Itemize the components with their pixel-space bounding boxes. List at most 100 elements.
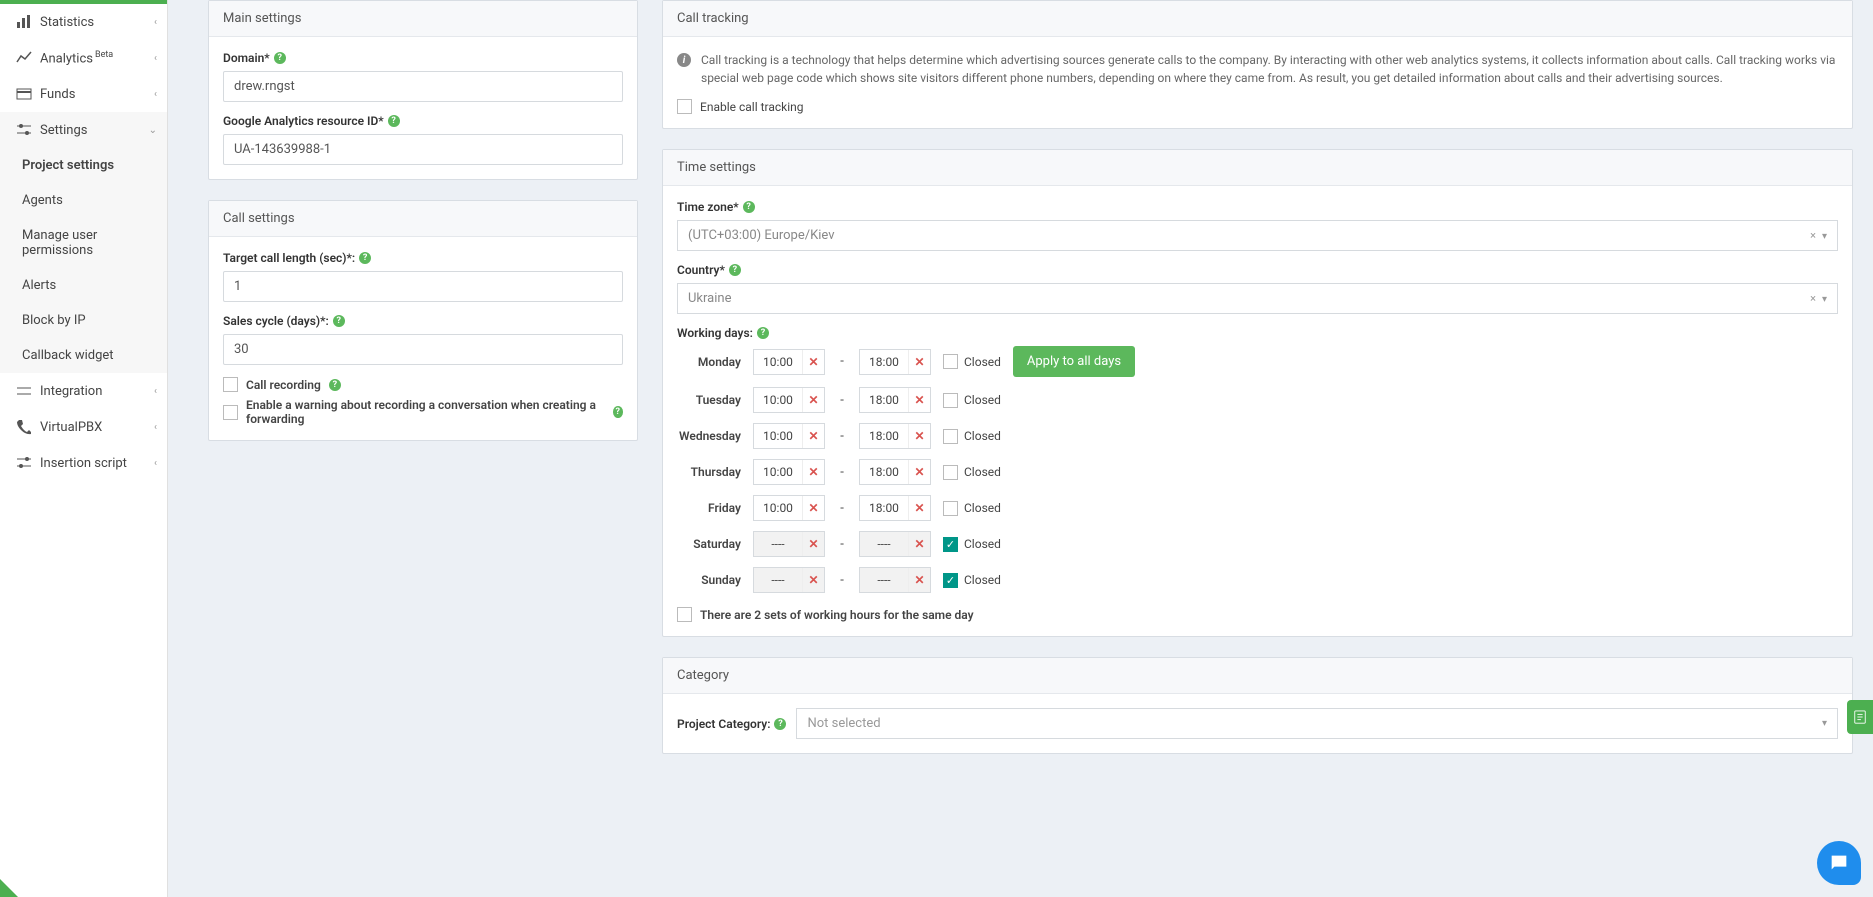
time-from[interactable]: 10:00✕ [753, 349, 825, 375]
time-to[interactable]: 18:00✕ [859, 459, 931, 485]
dash: - [837, 354, 847, 369]
clear-icon: × [1810, 229, 1816, 242]
two-sets-checkbox[interactable] [677, 607, 692, 622]
time-from[interactable]: ----✕ [753, 531, 825, 557]
time-to[interactable]: 18:00✕ [859, 349, 931, 375]
chat-fab[interactable] [1817, 841, 1861, 885]
clear-icon[interactable]: ✕ [802, 424, 824, 448]
call-recording-checkbox[interactable] [223, 377, 238, 392]
country-select[interactable]: Ukraine ×▾ [677, 283, 1838, 314]
ga-input[interactable] [223, 134, 623, 165]
target-length-input[interactable] [223, 271, 623, 302]
sub-alerts[interactable]: Alerts [0, 268, 167, 303]
timezone-label: Time zone*? [677, 200, 1838, 214]
help-icon[interactable]: ? [729, 264, 741, 276]
clear-icon[interactable]: ✕ [908, 350, 930, 374]
day-name: Tuesday [677, 393, 741, 407]
nav-funds[interactable]: Funds ‹ [0, 76, 167, 112]
closed-checkbox[interactable]: ✓ [943, 537, 958, 552]
main-content: Main settings Domain*? Google Analytics … [168, 0, 1873, 897]
clear-icon[interactable]: ✕ [908, 532, 930, 556]
time-to[interactable]: ----✕ [859, 531, 931, 557]
apply-all-button[interactable]: Apply to all days [1013, 346, 1135, 377]
help-icon[interactable]: ? [333, 315, 345, 327]
clear-icon[interactable]: ✕ [908, 424, 930, 448]
time-to[interactable]: ----✕ [859, 567, 931, 593]
info-icon: i [677, 53, 691, 67]
recording-warning-label: Enable a warning about recording a conve… [246, 398, 605, 426]
nav-label: VirtualPBX [40, 420, 154, 435]
call-tracking-info: Call tracking is a technology that helps… [701, 51, 1838, 87]
closed-label: Closed [964, 429, 1001, 443]
closed-label: Closed [964, 537, 1001, 551]
help-icon[interactable]: ? [329, 379, 341, 391]
ga-label: Google Analytics resource ID*? [223, 114, 623, 128]
closed-label: Closed [964, 393, 1001, 407]
day-row: Friday10:00✕-18:00✕Closed [677, 495, 1838, 521]
clear-icon[interactable]: ✕ [908, 496, 930, 520]
category-panel: Category Project Category:? Not selected… [662, 657, 1853, 754]
clear-icon[interactable]: ✕ [802, 496, 824, 520]
time-from[interactable]: 10:00✕ [753, 423, 825, 449]
notes-fab[interactable] [1847, 700, 1873, 734]
sales-cycle-input[interactable] [223, 334, 623, 365]
time-from[interactable]: 10:00✕ [753, 387, 825, 413]
sub-project-settings[interactable]: Project settings [0, 148, 167, 183]
category-select[interactable]: Not selected ▾ [796, 708, 1838, 739]
time-to[interactable]: 18:00✕ [859, 423, 931, 449]
clear-icon[interactable]: ✕ [802, 350, 824, 374]
time-from[interactable]: ----✕ [753, 567, 825, 593]
enable-call-tracking-label: Enable call tracking [700, 100, 804, 114]
timezone-select[interactable]: (UTC+03:00) Europe/Kiev ×▾ [677, 220, 1838, 251]
help-icon[interactable]: ? [613, 406, 623, 418]
clear-icon[interactable]: ✕ [802, 568, 824, 592]
closed-label: Closed [964, 355, 1001, 369]
time-to[interactable]: 18:00✕ [859, 495, 931, 521]
nav-statistics[interactable]: Statistics ‹ [0, 4, 167, 40]
clear-icon[interactable]: ✕ [908, 388, 930, 412]
settings-submenu: Project settings Agents Manage user perm… [0, 148, 167, 373]
time-from[interactable]: 10:00✕ [753, 495, 825, 521]
help-icon[interactable]: ? [743, 201, 755, 213]
help-icon[interactable]: ? [388, 115, 400, 127]
closed-checkbox[interactable] [943, 429, 958, 444]
sliders-icon [16, 122, 32, 138]
closed-checkbox[interactable] [943, 501, 958, 516]
panel-title: Time settings [663, 150, 1852, 186]
clear-icon[interactable]: ✕ [908, 460, 930, 484]
help-icon[interactable]: ? [774, 718, 786, 730]
day-name: Sunday [677, 573, 741, 587]
clear-icon[interactable]: ✕ [908, 568, 930, 592]
domain-input[interactable] [223, 71, 623, 102]
sub-block-ip[interactable]: Block by IP [0, 303, 167, 338]
time-from[interactable]: 10:00✕ [753, 459, 825, 485]
closed-checkbox[interactable] [943, 465, 958, 480]
dash: - [837, 573, 847, 588]
enable-call-tracking-checkbox[interactable] [677, 99, 692, 114]
dash: - [837, 465, 847, 480]
nav-analytics[interactable]: AnalyticsBeta ‹ [0, 40, 167, 76]
closed-checkbox[interactable]: ✓ [943, 573, 958, 588]
recording-warning-checkbox[interactable] [223, 405, 238, 420]
sub-callback[interactable]: Callback widget [0, 338, 167, 373]
clear-icon[interactable]: ✕ [802, 388, 824, 412]
day-row: Sunday----✕-----✕✓Closed [677, 567, 1838, 593]
chevron-down-icon: ▾ [1822, 718, 1827, 729]
nav-settings[interactable]: Settings ⌄ [0, 112, 167, 148]
two-sets-label: There are 2 sets of working hours for th… [700, 608, 974, 622]
clear-icon[interactable]: ✕ [802, 532, 824, 556]
nav-integration[interactable]: Integration ‹ [0, 373, 167, 409]
sub-agents[interactable]: Agents [0, 183, 167, 218]
closed-checkbox[interactable] [943, 354, 958, 369]
help-icon[interactable]: ? [274, 52, 286, 64]
help-icon[interactable]: ? [757, 327, 769, 339]
chevron-left-icon: ‹ [154, 386, 157, 397]
time-to[interactable]: 18:00✕ [859, 387, 931, 413]
sub-permissions[interactable]: Manage user permissions [0, 218, 167, 268]
panel-title: Call settings [209, 201, 637, 237]
help-icon[interactable]: ? [359, 252, 371, 264]
nav-insertion[interactable]: Insertion script ‹ [0, 445, 167, 481]
clear-icon[interactable]: ✕ [802, 460, 824, 484]
nav-virtualpbx[interactable]: VirtualPBX ‹ [0, 409, 167, 445]
closed-checkbox[interactable] [943, 393, 958, 408]
